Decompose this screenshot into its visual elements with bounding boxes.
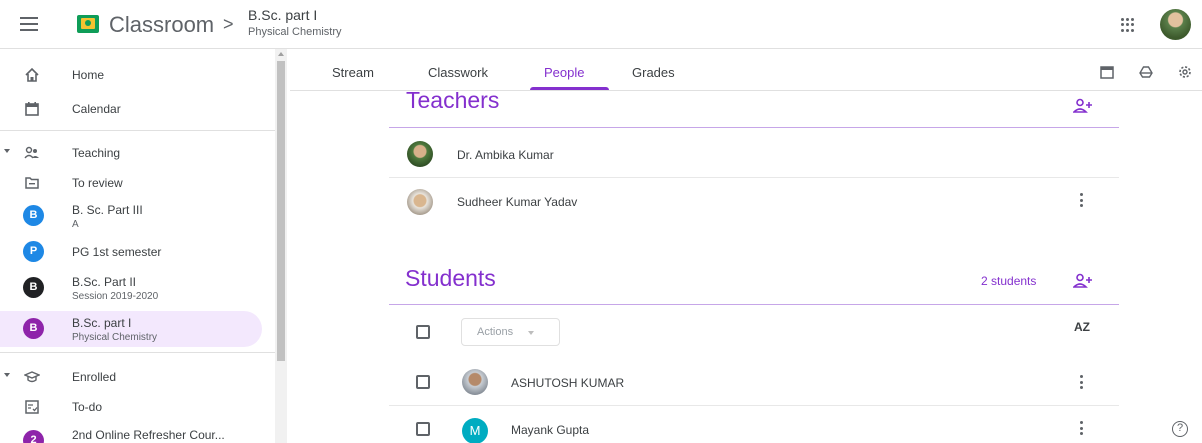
teachers-divider — [389, 127, 1119, 128]
sidebar-item-label: 2nd Online Refresher Cour... — [72, 428, 225, 442]
sidebar-item-label: B.Sc. part I — [72, 316, 132, 330]
sidebar-item-teaching[interactable]: Teaching — [0, 136, 275, 170]
class-avatar: 2 — [23, 430, 44, 443]
sidebar-item-online-refresher[interactable]: 2 2nd Online Refresher Cour... — [0, 420, 275, 443]
student-checkbox[interactable] — [416, 375, 430, 389]
scroll-up-arrow-icon[interactable] — [278, 52, 284, 56]
class-avatar: B — [23, 277, 44, 298]
teaching-icon — [24, 146, 39, 159]
tab-grades[interactable]: Grades — [632, 65, 675, 80]
home-icon — [25, 67, 39, 82]
todo-icon — [25, 400, 39, 414]
teacher-name[interactable]: Sudheer Kumar Yadav — [457, 195, 577, 209]
sidebar-item-enrolled[interactable]: Enrolled — [0, 360, 275, 394]
class-avatar: B — [23, 318, 44, 339]
class-title[interactable]: B.Sc. part I — [248, 7, 317, 23]
scrollbar-thumb[interactable] — [277, 61, 285, 361]
review-icon — [25, 177, 39, 189]
sidebar-item-to-do[interactable]: To-do — [0, 390, 275, 424]
more-options-icon[interactable] — [1079, 193, 1083, 207]
actions-label: Actions — [477, 326, 514, 338]
students-heading: Students — [405, 265, 496, 291]
settings-gear-icon[interactable] — [1178, 65, 1192, 79]
student-avatar: M — [462, 418, 488, 443]
sidebar-item-bsc-part-ii[interactable]: B B.Sc. Part II Session 2019-2020 — [0, 271, 275, 305]
sidebar-item-sublabel: A — [72, 219, 79, 230]
actions-dropdown[interactable]: Actions — [461, 318, 560, 346]
tab-people[interactable]: People — [544, 65, 584, 80]
invite-teacher-icon[interactable] — [1073, 98, 1093, 114]
class-subtitle: Physical Chemistry — [248, 26, 342, 38]
app-title[interactable]: Classroom — [109, 12, 214, 38]
student-avatar — [462, 369, 488, 395]
class-avatar: B — [23, 205, 44, 226]
more-options-icon[interactable] — [1079, 375, 1083, 389]
teacher-name[interactable]: Dr. Ambika Kumar — [457, 148, 554, 162]
sort-az-icon[interactable]: AZ — [1074, 320, 1090, 334]
tab-classwork[interactable]: Classwork — [428, 65, 488, 80]
sidebar-item-label: Teaching — [72, 146, 121, 160]
active-tab-indicator — [530, 87, 609, 90]
sidebar-item-label: To-do — [72, 400, 103, 414]
sidebar-item-calendar[interactable]: Calendar — [0, 92, 275, 126]
dropdown-caret-icon — [528, 331, 534, 335]
sidebar-item-home[interactable]: Home — [0, 58, 275, 92]
student-name[interactable]: Mayank Gupta — [511, 423, 589, 437]
sidebar-item-bsc-part-iii[interactable]: B B. Sc. Part III A — [0, 199, 275, 233]
google-calendar-icon[interactable] — [1100, 65, 1114, 79]
teacher-avatar — [407, 141, 433, 167]
sidebar-item-label: Calendar — [72, 102, 121, 116]
main-menu-icon[interactable] — [20, 17, 38, 31]
sidebar-item-label: B.Sc. Part II — [72, 275, 137, 289]
sidebar-item-label: B. Sc. Part III — [72, 203, 143, 217]
sidebar-divider — [0, 130, 275, 131]
breadcrumb-separator: > — [223, 14, 234, 34]
classroom-logo-icon[interactable] — [77, 15, 99, 33]
sidebar-divider — [0, 352, 275, 353]
student-name[interactable]: ASHUTOSH KUMAR — [511, 376, 624, 390]
sidebar-scrollbar[interactable] — [275, 49, 287, 443]
tab-stream[interactable]: Stream — [332, 65, 374, 80]
class-avatar: P — [23, 241, 44, 262]
top-app-bar: Classroom > B.Sc. part I Physical Chemis… — [0, 0, 1202, 49]
help-icon[interactable]: ? — [1172, 421, 1188, 437]
google-apps-icon[interactable] — [1121, 18, 1135, 32]
select-all-checkbox[interactable] — [416, 325, 430, 339]
sidebar: Home Calendar Teaching To review B B. Sc… — [0, 49, 287, 443]
student-count: 2 students — [981, 274, 1037, 288]
account-avatar[interactable] — [1160, 9, 1191, 40]
teachers-heading: Teachers — [406, 87, 500, 113]
more-options-icon[interactable] — [1079, 421, 1083, 435]
sidebar-item-label: Home — [72, 68, 105, 82]
collapse-caret-icon[interactable] — [4, 149, 10, 153]
row-divider — [389, 405, 1119, 406]
collapse-caret-icon[interactable] — [4, 373, 10, 377]
sidebar-item-pg-1st-semester[interactable]: P PG 1st semester — [0, 235, 275, 269]
sidebar-item-label: To review — [72, 176, 123, 190]
teacher-avatar — [407, 189, 433, 215]
students-divider — [389, 304, 1119, 305]
sidebar-item-label: PG 1st semester — [72, 245, 162, 259]
class-tabs: Stream Classwork People Grades — [290, 49, 1202, 91]
sidebar-item-to-review[interactable]: To review — [0, 166, 275, 200]
enrolled-icon — [24, 371, 40, 383]
sidebar-item-sublabel: Session 2019-2020 — [72, 291, 159, 302]
drive-folder-icon[interactable] — [1139, 65, 1153, 79]
sidebar-item-bsc-part-i[interactable]: B B.Sc. part I Physical Chemistry — [0, 312, 275, 346]
sidebar-item-sublabel: Physical Chemistry — [72, 332, 158, 343]
student-checkbox[interactable] — [416, 422, 430, 436]
calendar-icon — [25, 102, 39, 116]
invite-student-icon[interactable] — [1073, 273, 1093, 289]
sidebar-item-label: Enrolled — [72, 370, 117, 384]
row-divider — [389, 177, 1119, 178]
